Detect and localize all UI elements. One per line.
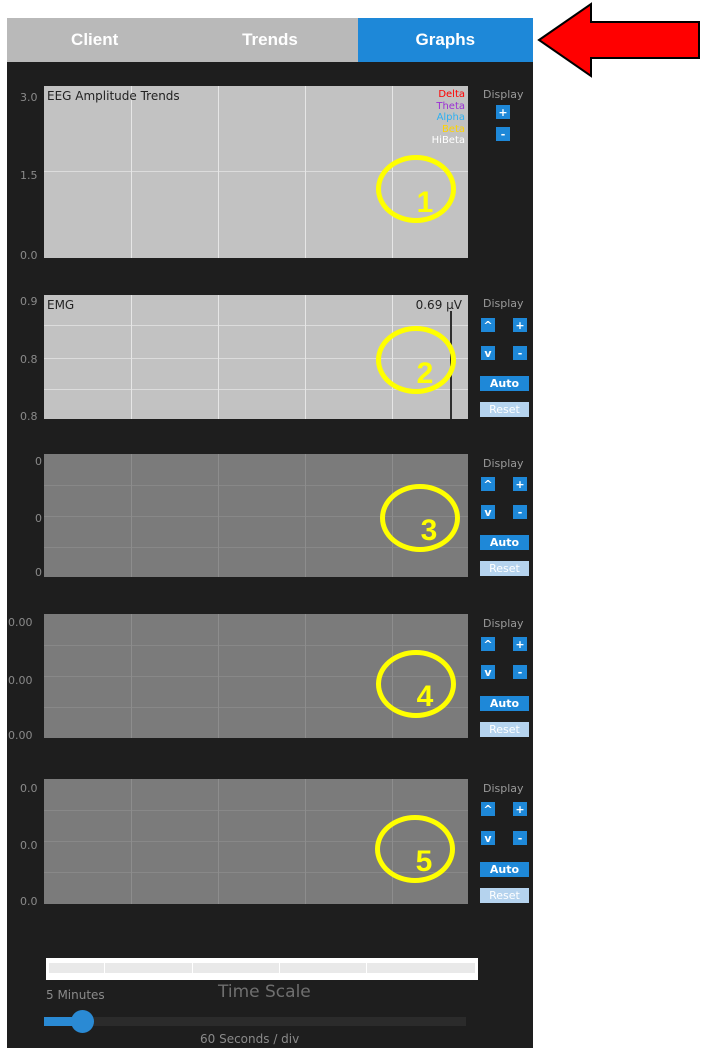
graph4-ylabel-top: 0.00	[8, 616, 33, 629]
timescale-tick	[104, 963, 105, 973]
graph-legend: Delta Theta Alpha Beta HiBeta	[432, 89, 465, 147]
graph3-zoom-out-button[interactable]: -	[513, 505, 527, 519]
graph4-zoom-in-button[interactable]: +	[513, 637, 527, 651]
graph4-display-label: Display	[483, 617, 524, 630]
gridline	[305, 454, 306, 577]
graph1-display-label: Display	[483, 88, 524, 101]
graph5-auto-button[interactable]: Auto	[480, 862, 529, 877]
graph2-reset-button[interactable]: Reset	[480, 402, 529, 417]
graph2-scroll-down-button[interactable]: v	[481, 346, 495, 360]
gridline	[218, 86, 219, 258]
graph3-ylabel-mid: 0	[35, 512, 42, 525]
graph5-ylabel-top: 0.0	[20, 782, 38, 795]
annotation-number-5: 5	[415, 845, 433, 878]
gridline	[131, 779, 132, 904]
legend-beta: Beta	[441, 123, 465, 135]
timescale-slider[interactable]	[44, 1017, 466, 1026]
graph2-zoom-out-button[interactable]: -	[513, 346, 527, 360]
tab-client[interactable]: Client	[7, 18, 183, 62]
gridline	[44, 645, 468, 646]
legend-theta: Theta	[436, 100, 465, 112]
timescale-tick	[279, 963, 280, 973]
graph5-display-label: Display	[483, 782, 524, 795]
graph3-ylabel-bottom: 0	[35, 566, 42, 579]
graph1-zoom-in-button[interactable]: +	[496, 105, 510, 119]
graph1-zoom-out-button[interactable]: -	[496, 127, 510, 141]
graph5-zoom-out-button[interactable]: -	[513, 831, 527, 845]
red-left-arrow-icon	[537, 2, 700, 78]
timescale-preview	[46, 958, 478, 980]
graph5-ylabel-bottom: 0.0	[20, 895, 38, 908]
gridline	[218, 779, 219, 904]
graph-title: EEG Amplitude Trends	[47, 89, 180, 103]
timescale-band	[49, 963, 475, 973]
graph4-reset-button[interactable]: Reset	[480, 722, 529, 737]
graph1-ylabel-mid: 1.5	[20, 169, 38, 182]
gridline	[44, 810, 468, 811]
graph3-zoom-in-button[interactable]: +	[513, 477, 527, 491]
graph1-ylabel-bottom: 0.0	[20, 249, 38, 262]
graph2-ylabel-bottom: 0.8	[20, 410, 38, 423]
timescale-slider-thumb[interactable]	[70, 1010, 94, 1033]
graph5-ylabel-mid: 0.0	[20, 839, 38, 852]
graph5-zoom-in-button[interactable]: +	[513, 802, 527, 816]
graph2-zoom-in-button[interactable]: +	[513, 318, 527, 332]
graph5-scroll-up-button[interactable]: ^	[481, 802, 495, 816]
graph2-display-label: Display	[483, 297, 524, 310]
graph1-ylabel-top: 3.0	[20, 91, 38, 104]
graph3-reset-button[interactable]: Reset	[480, 561, 529, 576]
legend-delta: Delta	[438, 89, 465, 100]
graph2-ylabel-top: 0.9	[20, 295, 38, 308]
annotation-number-3: 3	[420, 514, 438, 547]
tab-graphs[interactable]: Graphs	[357, 18, 533, 62]
gridline	[305, 614, 306, 738]
gridline	[44, 325, 468, 326]
graph4-ylabel-bottom: 0.00	[8, 729, 33, 742]
legend-alpha: Alpha	[436, 112, 465, 123]
graph4-scroll-up-button[interactable]: ^	[481, 637, 495, 651]
gridline	[131, 614, 132, 738]
gridline	[305, 779, 306, 904]
tab-trends[interactable]: Trends	[182, 18, 358, 62]
annotation-number-2: 2	[416, 357, 434, 390]
graph2-ylabel-mid: 0.8	[20, 353, 38, 366]
graph3-ylabel-top: 0	[35, 455, 42, 468]
legend-hibeta: HiBeta	[431, 135, 465, 146]
graph4-auto-button[interactable]: Auto	[480, 696, 529, 711]
graph2-auto-button[interactable]: Auto	[480, 376, 529, 391]
graph3-scroll-up-button[interactable]: ^	[481, 477, 495, 491]
timescale-min-label: 5 Minutes	[46, 988, 105, 1002]
graph4-ylabel-mid: 0.00	[8, 674, 33, 687]
graph4-scroll-down-button[interactable]: v	[481, 665, 495, 679]
graph3-display-label: Display	[483, 457, 524, 470]
gridline	[131, 86, 132, 258]
graph2-scroll-up-button[interactable]: ^	[481, 318, 495, 332]
gridline	[218, 295, 219, 419]
graph4-zoom-out-button[interactable]: -	[513, 665, 527, 679]
gridline	[131, 295, 132, 419]
gridline	[218, 614, 219, 738]
gridline	[218, 454, 219, 577]
timescale-tick	[366, 963, 367, 973]
tab-bar: Client Trends Graphs	[7, 18, 533, 62]
graph5-reset-button[interactable]: Reset	[480, 888, 529, 903]
graph5-scroll-down-button[interactable]: v	[481, 831, 495, 845]
graph-title: EMG	[47, 298, 75, 312]
emg-reading: 0.69 µV	[415, 298, 462, 312]
timescale-title: Time Scale	[218, 982, 311, 1002]
timescale-tick	[192, 963, 193, 973]
annotation-number-4: 4	[416, 680, 434, 713]
gridline	[305, 86, 306, 258]
timescale-value-label: 60 Seconds / div	[200, 1032, 300, 1046]
graph3-auto-button[interactable]: Auto	[480, 535, 529, 550]
gridline	[305, 295, 306, 419]
gridline	[131, 454, 132, 577]
graph3-scroll-down-button[interactable]: v	[481, 505, 495, 519]
annotation-number-1: 1	[416, 186, 434, 219]
